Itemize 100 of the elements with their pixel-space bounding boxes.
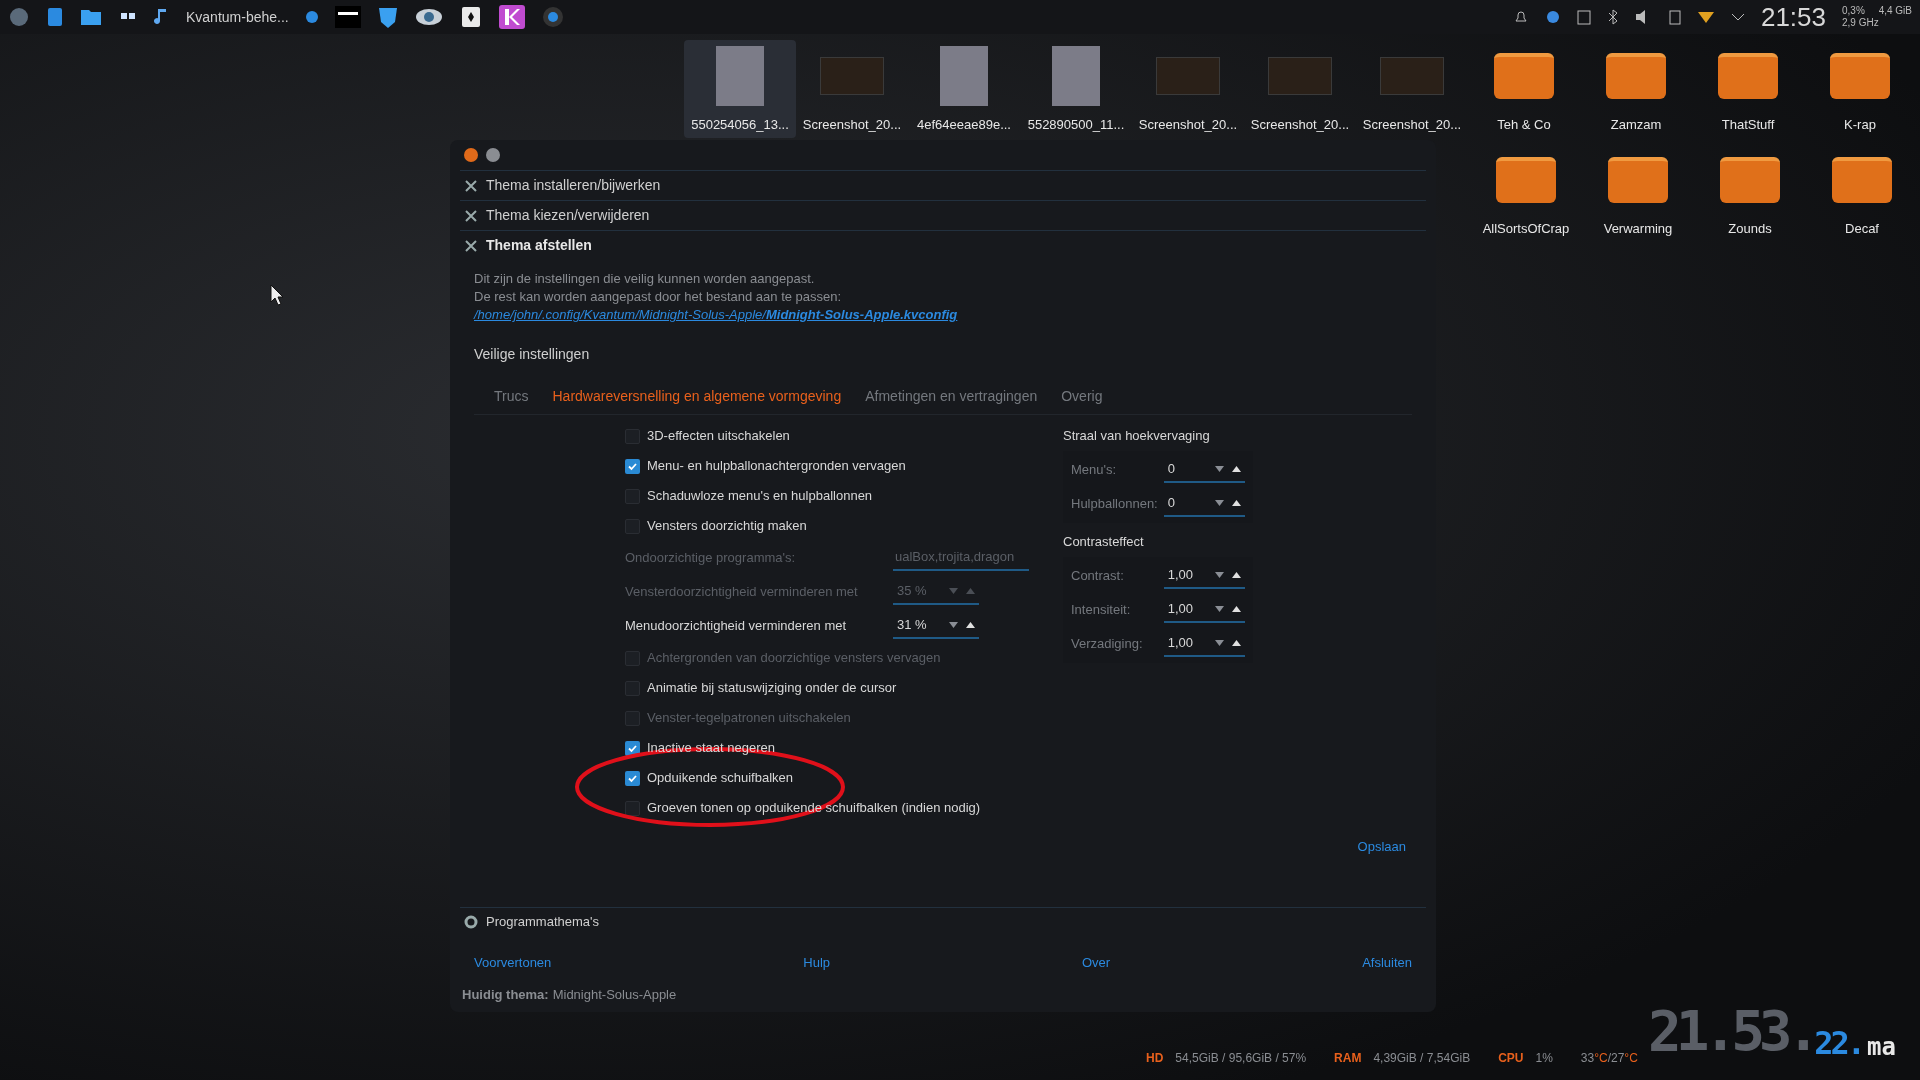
screenshot-thumbnail	[1380, 56, 1444, 95]
document-icon[interactable]	[46, 6, 64, 28]
up-arrow-icon[interactable]	[1232, 500, 1241, 506]
section-header[interactable]: Thema afstellen	[460, 230, 1426, 260]
chevron-down-icon[interactable]	[1730, 12, 1745, 22]
panel-clock[interactable]: 21:53	[1760, 0, 1826, 37]
folder-icon[interactable]	[80, 7, 102, 27]
up-arrow-icon[interactable]	[1232, 572, 1241, 578]
desktop-icon[interactable]: Zounds	[1694, 144, 1806, 242]
spin-box[interactable]: 1,00	[1163, 563, 1245, 589]
current-theme-label: Huidig thema:	[462, 985, 549, 1004]
desktop-icon[interactable]: Teh & Co	[1468, 40, 1580, 138]
up-arrow-icon[interactable]	[1232, 606, 1241, 612]
field-label: Vensterdoorzichtigheid verminderen met	[625, 583, 859, 602]
up-arrow-icon[interactable]	[1232, 466, 1241, 472]
down-arrow-icon[interactable]	[1215, 572, 1224, 578]
tab[interactable]: Trucs	[494, 386, 529, 407]
footer-button[interactable]: Afsluiten	[1362, 952, 1412, 973]
field-label: Verzadiging:	[1071, 635, 1144, 654]
spin-box[interactable]: 0	[1163, 457, 1245, 483]
section-header[interactable]: Thema kiezen/verwijderen	[460, 200, 1426, 230]
frequency-text: 2,9 GHz	[1842, 17, 1880, 29]
folder-icon	[1494, 52, 1554, 99]
desktop-icon[interactable]: AllSortsOfCrap	[1470, 144, 1582, 242]
down-arrow-icon[interactable]	[949, 622, 958, 628]
monitor-label: HD	[1146, 1050, 1164, 1067]
desktop-icon[interactable]: Screenshot_20...	[1356, 40, 1468, 138]
section-title: Veilige instellingen	[474, 345, 591, 364]
desktop-icon[interactable]: K-rap	[1804, 40, 1916, 138]
tab[interactable]: Afmetingen en vertragingen	[865, 386, 1038, 407]
description-text: Dit zijn de instellingen die veilig kunnen worden aangepast.	[474, 270, 816, 288]
field-label: Ondoorzichtige programma's:	[625, 549, 797, 568]
config-file-link[interactable]: /home/john/.config/Kvantum/Midnight-Solus-Apple/Midnight-Solus-Apple.kvconfig	[474, 306, 1412, 324]
desktop-icon[interactable]: ThatStuff	[1692, 40, 1804, 138]
footer-button[interactable]: Over	[1082, 952, 1111, 973]
spin-box[interactable]: 31 %	[893, 613, 979, 639]
bluetooth-icon[interactable]	[1606, 9, 1619, 25]
spin-box[interactable]: 1,00	[1163, 597, 1245, 623]
circle-icon[interactable]	[304, 10, 319, 24]
terminal-icon[interactable]	[334, 6, 361, 28]
desktop-icon[interactable]: 550254056_13...	[684, 40, 796, 138]
minimize-button[interactable]	[486, 148, 500, 162]
option-label: Opduikende schuifbalken	[647, 769, 793, 788]
option-label: 3D-effecten uitschakelen	[647, 427, 790, 446]
mouse-cursor-icon	[270, 284, 284, 306]
desktop-icon[interactable]: Decaf	[1806, 144, 1918, 242]
checkbox[interactable]	[625, 800, 640, 816]
monitor-value: 4,39GiB / 7,54GiB	[1373, 1050, 1471, 1067]
spin-box[interactable]: 0	[1163, 491, 1245, 517]
clock-hours-minutes: 21.53.	[1648, 1000, 1815, 1062]
memory-text: 4,4 GiB	[1878, 5, 1912, 17]
temperature-text: 33°C	[1580, 1050, 1608, 1067]
folder-icon	[1720, 156, 1780, 203]
desktop-icon[interactable]: Screenshot_20...	[796, 40, 908, 138]
description-text: De rest kan worden aangepast door het bestand aan te passen:	[474, 288, 843, 306]
close-button[interactable]	[464, 148, 478, 162]
footer-button[interactable]: Hulp	[803, 952, 831, 973]
save-button[interactable]: Opslaan	[1357, 837, 1406, 857]
option-label: Animatie bij statuswijziging onder de cursor	[647, 679, 897, 698]
clock-seconds: 22.	[1814, 1024, 1864, 1062]
option-label: Vensters doorzichtig maken	[647, 517, 807, 536]
option-label: Achtergronden van doorzichtige vensters vervagen	[647, 649, 941, 668]
checkbox[interactable]	[625, 740, 640, 756]
up-arrow-icon[interactable]	[1232, 640, 1241, 646]
camera-icon[interactable]	[540, 5, 565, 29]
folder-icon	[1608, 156, 1668, 203]
tab[interactable]: Hardwareversnelling en algemene vormgeving	[552, 386, 842, 407]
desktop-icon[interactable]: Screenshot_20...	[1132, 40, 1244, 138]
tab[interactable]: Overig	[1061, 386, 1103, 407]
field-label: Hulpballonnen:	[1071, 495, 1159, 514]
down-arrow-icon[interactable]	[1215, 640, 1224, 646]
up-arrow-icon[interactable]	[966, 622, 975, 628]
desktop-icon[interactable]: Verwarming	[1582, 144, 1694, 242]
field-label: Contrast:	[1071, 567, 1125, 586]
checkbox[interactable]	[625, 458, 640, 474]
section-header[interactable]: Thema installeren/bijwerken	[460, 170, 1426, 200]
down-arrow-icon[interactable]	[1215, 606, 1224, 612]
field-label: Intensiteit:	[1071, 601, 1132, 620]
footer-button[interactable]: Voorvertonen	[474, 952, 552, 973]
desktop-icon[interactable]: Screenshot_20...	[1244, 40, 1356, 138]
field-label: Menu's:	[1071, 461, 1118, 480]
eye-icon[interactable]	[414, 6, 443, 28]
down-arrow-icon[interactable]	[1215, 466, 1224, 472]
checkbox[interactable]	[625, 770, 640, 786]
desktop-icon[interactable]: Zamzam	[1580, 40, 1692, 138]
app-launcher-icon[interactable]	[8, 6, 30, 28]
battery-icon[interactable]	[1668, 9, 1681, 25]
down-arrow-icon[interactable]	[1215, 500, 1224, 506]
group-title: Contrasteffect	[1063, 533, 1145, 552]
section-header[interactable]: Programmathema's	[460, 906, 1426, 937]
folder-icon	[1830, 52, 1890, 99]
folder-icon	[1718, 52, 1778, 99]
spin-box[interactable]: 1,00	[1163, 631, 1245, 657]
clipboard-icon[interactable]	[1576, 9, 1591, 25]
cpu-load-text: 0,3%	[1842, 5, 1865, 17]
desktop-icon[interactable]: 552890500_11...	[1020, 40, 1132, 138]
bell-icon[interactable]	[1512, 9, 1529, 25]
task-label[interactable]: Kvantum-behe...	[186, 6, 289, 28]
monitor-value: 54,5GiB / 95,6GiB / 57%	[1175, 1050, 1307, 1067]
desktop-icon[interactable]: 4ef64eeae89e...	[908, 40, 1020, 138]
